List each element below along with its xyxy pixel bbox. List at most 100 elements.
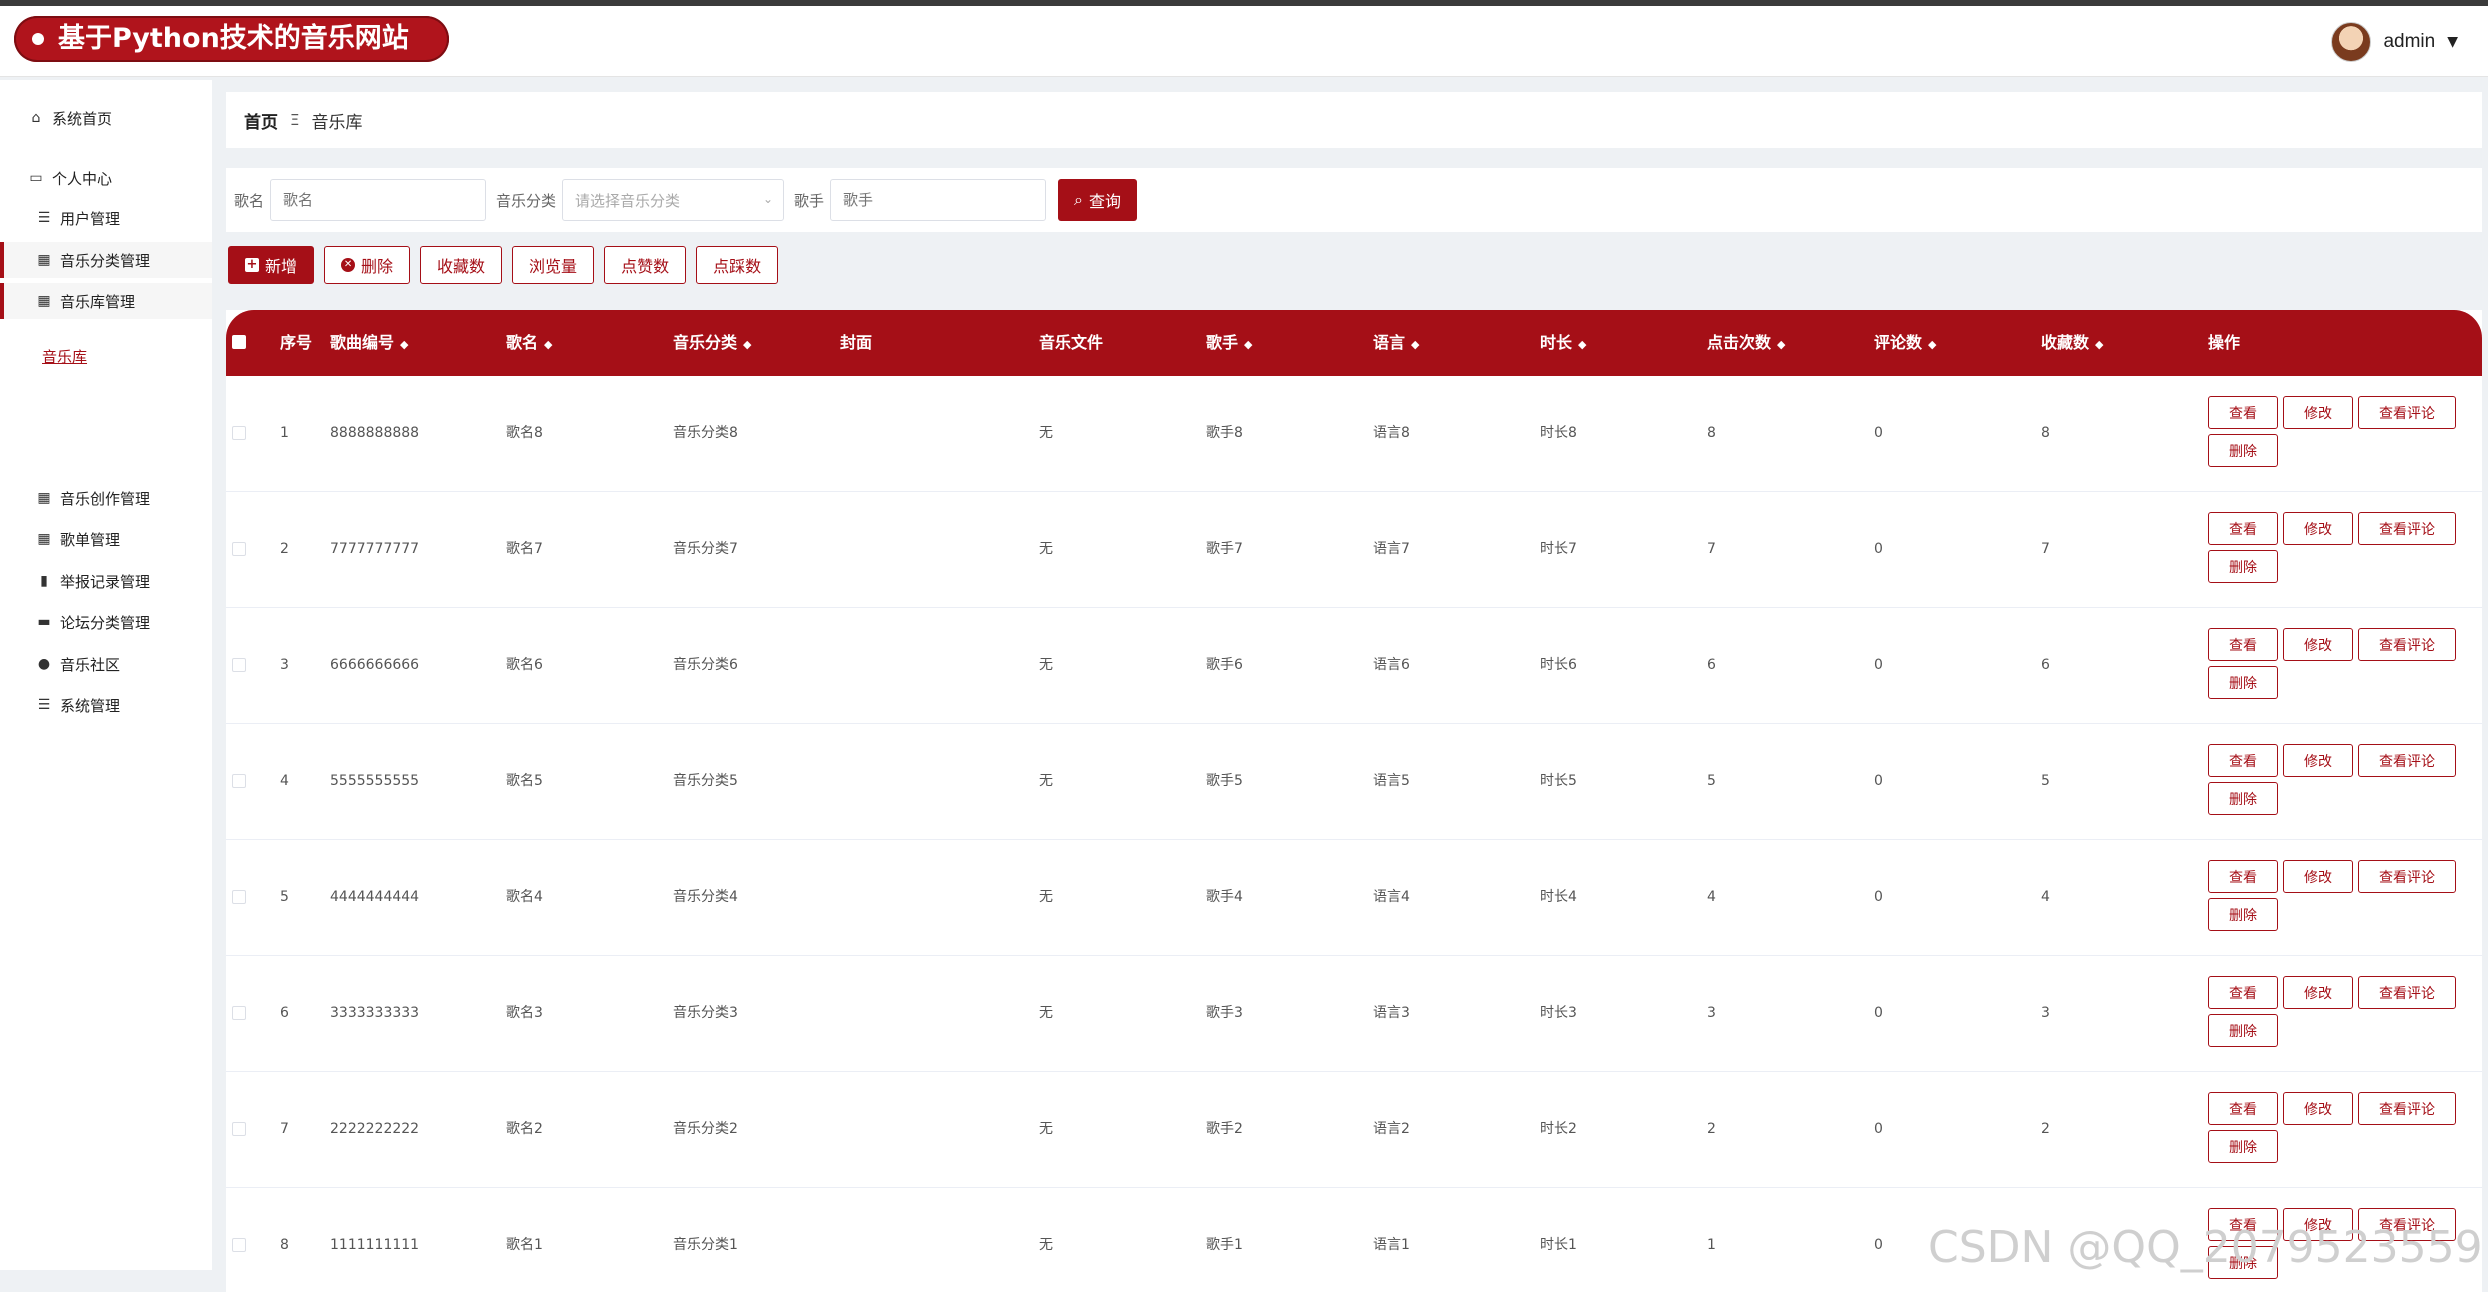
view-comments-button[interactable]: 查看评论 [2358, 860, 2456, 893]
app-logo: 基于Python技术的音乐网站 [14, 16, 449, 62]
sidebar-item-report[interactable]: ▮ 举报记录管理 [0, 563, 212, 599]
view-button[interactable]: 查看 [2208, 628, 2278, 661]
row-delete-button[interactable]: 删除 [2208, 898, 2278, 931]
breadcrumb-home[interactable]: 首页 [244, 108, 278, 133]
cell-language: 语言3 [1373, 1005, 1410, 1021]
row-checkbox[interactable] [232, 542, 246, 556]
cell-language: 语言5 [1373, 773, 1410, 789]
likes-stat-button[interactable]: 点赞数 [604, 246, 687, 284]
col-name[interactable]: 歌名 ◆ [506, 310, 552, 376]
view-comments-button[interactable]: 查看评论 [2358, 1092, 2456, 1125]
sort-icon[interactable]: ◆ [1578, 338, 1586, 351]
sidebar-item-personal[interactable]: ▭ 个人中心 [0, 160, 212, 196]
view-comments-button[interactable]: 查看评论 [2358, 628, 2456, 661]
view-button[interactable]: 查看 [2208, 860, 2278, 893]
user-menu[interactable]: admin ▼ [2331, 22, 2458, 62]
cell-name: 歌名8 [506, 425, 543, 441]
row-delete-button[interactable]: 删除 [2208, 1014, 2278, 1047]
edit-button[interactable]: 修改 [2283, 860, 2353, 893]
sidebar-item-music-library[interactable]: ▦ 音乐库管理 [0, 283, 212, 319]
row-checkbox[interactable] [232, 426, 246, 440]
col-duration[interactable]: 时长 ◆ [1540, 310, 1586, 376]
col-clicks[interactable]: 点击次数 ◆ [1707, 310, 1785, 376]
cell-singer: 歌手7 [1206, 541, 1243, 557]
row-delete-button[interactable]: 删除 [2208, 550, 2278, 583]
table-row: 2 7777777777 歌名7 音乐分类7 无 歌手7 语言7 时长7 7 0 7 查看 修改 查看评论… [226, 492, 2482, 608]
row-delete-button[interactable]: 删除 [2208, 666, 2278, 699]
sidebar-subitem-music-library[interactable]: 音乐库 [42, 346, 87, 367]
col-file: 音乐文件 [1039, 333, 1104, 352]
song-name-input[interactable] [270, 179, 487, 221]
col-singer[interactable]: 歌手 ◆ [1206, 310, 1252, 376]
cell-singer: 歌手5 [1206, 773, 1243, 789]
username[interactable]: admin [2383, 31, 2435, 53]
views-stat-button[interactable]: 浏览量 [512, 246, 595, 284]
row-checkbox[interactable] [232, 774, 246, 788]
view-comments-button[interactable]: 查看评论 [2358, 976, 2456, 1009]
cell-category: 音乐分类1 [673, 1237, 738, 1253]
cell-category: 音乐分类4 [673, 889, 738, 905]
singer-input[interactable] [830, 179, 1047, 221]
cell-duration: 时长6 [1540, 657, 1577, 673]
view-button[interactable]: 查看 [2208, 512, 2278, 545]
view-comments-button[interactable]: 查看评论 [2358, 396, 2456, 429]
sidebar-item-music-category[interactable]: ▦ 音乐分类管理 [0, 242, 212, 278]
col-comments[interactable]: 评论数 ◆ [1874, 310, 1936, 376]
col-favorites[interactable]: 收藏数 ◆ [2041, 310, 2103, 376]
edit-button[interactable]: 修改 [2283, 512, 2353, 545]
sort-icon[interactable]: ◆ [1928, 338, 1936, 351]
sort-icon[interactable]: ◆ [2095, 338, 2103, 351]
add-button[interactable]: + 新增 [228, 246, 315, 284]
sidebar-item-forum-category[interactable]: ▬ 论坛分类管理 [0, 604, 212, 640]
row-delete-button[interactable]: 删除 [2208, 434, 2278, 467]
view-comments-button[interactable]: 查看评论 [2358, 744, 2456, 777]
sort-icon[interactable]: ◆ [1244, 338, 1252, 351]
edit-button[interactable]: 修改 [2283, 396, 2353, 429]
sidebar-item-music-creation[interactable]: ▦ 音乐创作管理 [0, 480, 212, 516]
edit-button[interactable]: 修改 [2283, 1092, 2353, 1125]
row-checkbox[interactable] [232, 658, 246, 672]
view-comments-button[interactable]: 查看评论 [2358, 512, 2456, 545]
row-delete-button[interactable]: 删除 [2208, 1130, 2278, 1163]
col-comments-label: 评论数 [1874, 333, 1923, 352]
sidebar-item-playlist[interactable]: ▦ 歌单管理 [0, 521, 212, 557]
avatar[interactable] [2331, 22, 2372, 62]
sidebar-item-users[interactable]: ☰ 用户管理 [0, 200, 212, 236]
sort-icon[interactable]: ◆ [1777, 338, 1785, 351]
col-category[interactable]: 音乐分类 ◆ [673, 310, 751, 376]
view-button[interactable]: 查看 [2208, 744, 2278, 777]
query-button[interactable]: ⌕ 查询 [1058, 179, 1138, 221]
category-select[interactable]: 请选择音乐分类 ⌄ [562, 179, 785, 221]
row-checkbox[interactable] [232, 890, 246, 904]
col-language[interactable]: 语言 ◆ [1373, 310, 1419, 376]
view-button[interactable]: 查看 [2208, 976, 2278, 1009]
edit-button[interactable]: 修改 [2283, 976, 2353, 1009]
row-checkbox[interactable] [232, 1122, 246, 1136]
sort-icon[interactable]: ◆ [1411, 338, 1419, 351]
caret-down-icon[interactable]: ▼ [2447, 34, 2458, 50]
cell-name: 歌名4 [506, 889, 543, 905]
edit-button[interactable]: 修改 [2283, 744, 2353, 777]
window-icon: ▭ [29, 170, 43, 186]
delete-button[interactable]: ✕ 删除 [324, 246, 411, 284]
sidebar-item-home[interactable]: ⌂ 系统首页 [0, 100, 212, 136]
sidebar-item-community[interactable]: ● 音乐社区 [0, 646, 212, 682]
briefcase-icon: ▬ [37, 614, 51, 630]
cell-duration: 时长5 [1540, 773, 1577, 789]
sort-icon[interactable]: ◆ [743, 338, 751, 351]
edit-button[interactable]: 修改 [2283, 628, 2353, 661]
favorites-stat-button[interactable]: 收藏数 [420, 246, 503, 284]
sidebar-item-label: 音乐创作管理 [60, 489, 151, 508]
col-code[interactable]: 歌曲编号 ◆ [330, 310, 408, 376]
view-button[interactable]: 查看 [2208, 1092, 2278, 1125]
dislikes-stat-button[interactable]: 点踩数 [696, 246, 779, 284]
row-checkbox[interactable] [232, 1238, 246, 1252]
table-header: 序号 歌曲编号 ◆ 歌名 ◆ 音乐分类 ◆ 封面 音乐文件 歌手 ◆ 语言 ◆ 时长 ◆ 点… [226, 310, 2482, 376]
row-checkbox[interactable] [232, 1006, 246, 1020]
row-delete-button[interactable]: 删除 [2208, 782, 2278, 815]
view-button[interactable]: 查看 [2208, 396, 2278, 429]
sidebar-item-system[interactable]: ☰ 系统管理 [0, 687, 212, 723]
sort-icon[interactable]: ◆ [400, 338, 408, 351]
sort-icon[interactable]: ◆ [544, 338, 552, 351]
select-all-checkbox[interactable] [232, 335, 246, 349]
